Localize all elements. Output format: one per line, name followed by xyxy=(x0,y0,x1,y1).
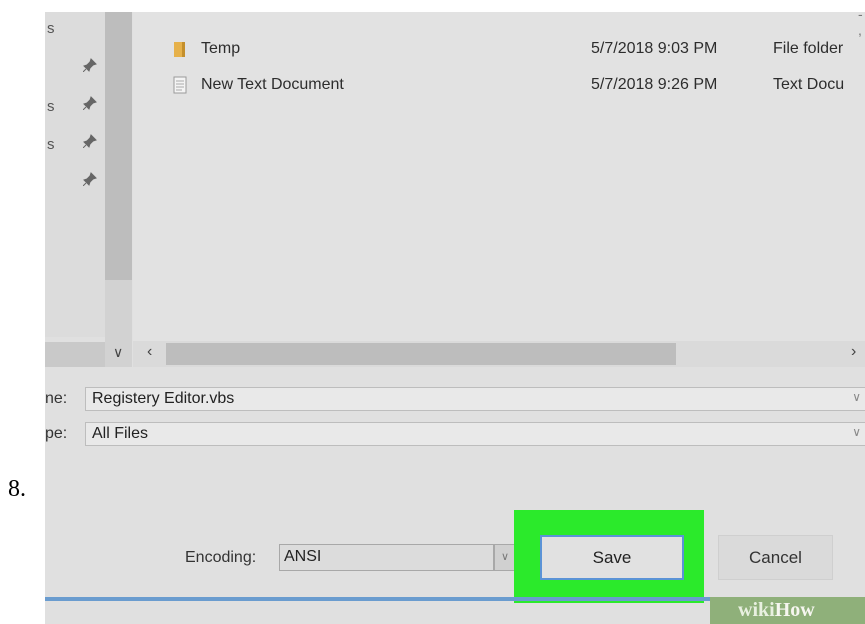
nav-item-fragment[interactable]: s xyxy=(47,20,55,37)
cancel-button[interactable]: Cancel xyxy=(718,535,833,580)
file-date: 5/7/2018 9:26 PM xyxy=(591,76,718,93)
pin-icon[interactable] xyxy=(83,96,97,110)
horizontal-scrollbar-thumb[interactable] xyxy=(166,343,676,365)
save-button[interactable]: Save xyxy=(540,535,684,580)
nav-scrollbar-thumb[interactable] xyxy=(105,12,132,280)
chevron-down-icon[interactable]: ∨ xyxy=(852,390,861,404)
logo-how: How xyxy=(774,599,815,621)
save-as-type-value: All Files xyxy=(92,425,149,442)
save-as-type-select[interactable]: All Files ∨ xyxy=(85,422,865,446)
save-as-type-label: pe: xyxy=(45,425,68,442)
file-name-value: Registery Editor.vbs xyxy=(92,390,235,407)
text-document-icon xyxy=(173,76,187,94)
chevron-down-icon[interactable]: ∨ xyxy=(494,544,516,571)
encoding-value: ANSI xyxy=(284,548,322,565)
horizontal-scrollbar[interactable]: ‹ › xyxy=(133,341,865,367)
nav-scroll-track xyxy=(45,342,105,367)
file-list: - , Temp 5/7/2018 9:03 PM File folder Ne… xyxy=(133,12,865,342)
folder-icon xyxy=(174,42,185,57)
nav-item-fragment[interactable]: s xyxy=(47,136,55,153)
chevron-left-icon[interactable]: ‹ xyxy=(147,343,152,361)
logo-wiki: wiki xyxy=(738,599,775,621)
file-date: 5/7/2018 9:03 PM xyxy=(591,40,718,57)
chevron-down-icon[interactable]: ∨ xyxy=(113,344,123,361)
file-type: Text Docu xyxy=(773,76,845,93)
wikihow-logo: wikiHow xyxy=(710,597,865,624)
file-name-label: ne: xyxy=(45,390,68,407)
step-number: 8. xyxy=(8,476,26,502)
pin-icon[interactable] xyxy=(83,172,97,186)
navigation-pane: s s s xyxy=(45,12,105,337)
pin-icon[interactable] xyxy=(83,134,97,148)
chevron-down-icon[interactable]: ∨ xyxy=(852,425,861,439)
file-name: New Text Document xyxy=(201,76,344,93)
file-name-field[interactable]: Registery Editor.vbs ∨ xyxy=(85,387,865,411)
list-item[interactable]: New Text Document 5/7/2018 9:26 PM Text … xyxy=(133,74,865,98)
column-header-fragment: - , xyxy=(858,12,863,38)
encoding-select[interactable]: ANSI xyxy=(279,544,494,571)
list-item[interactable]: Temp 5/7/2018 9:03 PM File folder xyxy=(133,38,865,62)
pin-icon[interactable] xyxy=(83,58,97,72)
encoding-label: Encoding: xyxy=(185,549,257,566)
nav-item-fragment[interactable]: s xyxy=(47,98,55,115)
chevron-right-icon[interactable]: › xyxy=(851,343,856,361)
file-type: File folder xyxy=(773,40,844,57)
file-name: Temp xyxy=(201,40,241,57)
save-as-dialog: s s s ∨ - , Temp 5/7/2018 9:03 PM File f… xyxy=(45,12,865,624)
